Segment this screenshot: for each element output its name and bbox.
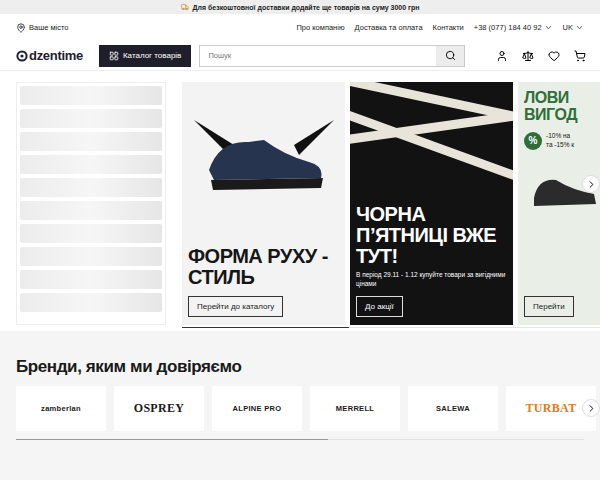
- scale-icon: [522, 50, 534, 62]
- carousel-progress: [182, 327, 600, 328]
- banner-carousel: ФОРМА РУХУ - СТИЛЬ Перейти до каталогу ЧОР…: [182, 82, 600, 331]
- page: Для безкоштовної доставки додайте ще тов…: [0, 0, 600, 480]
- chevron-down-icon: [544, 23, 553, 32]
- cart-icon: [574, 50, 586, 62]
- search-input[interactable]: [200, 46, 436, 66]
- logo[interactable]: dzentime: [16, 48, 83, 63]
- top-link[interactable]: Контакти: [433, 23, 464, 32]
- phone-link[interactable]: +38 (077) 184 40 92: [474, 23, 553, 32]
- skeleton-row: [20, 270, 162, 289]
- brand-tile[interactable]: MERRELL: [310, 386, 400, 431]
- logo-icon: [16, 50, 28, 62]
- brands-next-button[interactable]: [582, 399, 600, 417]
- search-box: [199, 45, 465, 67]
- hero: ФОРМА РУХУ - СТИЛЬ Перейти до каталогу ЧОР…: [0, 71, 600, 331]
- chevron-right-icon: [586, 179, 597, 190]
- catalog-button[interactable]: Каталог товарів: [99, 45, 191, 67]
- carousel-next-button[interactable]: [582, 175, 600, 193]
- truck-icon: [181, 3, 189, 11]
- account-button[interactable]: [496, 50, 508, 62]
- shoe-image-icon: [189, 100, 339, 210]
- chevron-right-icon: [586, 403, 597, 414]
- city-selector[interactable]: Ваше місто: [16, 23, 69, 33]
- user-icon: [496, 50, 508, 62]
- brands-row: zamberlanOSPREYALPINE PROMERRELLSALEWATU…: [16, 386, 600, 431]
- skeleton-row: [20, 155, 162, 174]
- skeleton-row: [20, 178, 162, 197]
- brands-section: Бренди, яким ми довіряємо zamberlanOSPREY…: [0, 331, 600, 480]
- banner-button[interactable]: До акції: [356, 296, 403, 317]
- map-pin-icon: [16, 23, 26, 33]
- brands-title: Бренди, яким ми довіряємо: [16, 357, 600, 377]
- banner-title: ЧОРНА П’ЯТНИЦІ ВЖЕ ТУТ!: [356, 204, 507, 267]
- top-bar: Ваше місто Про компанію Доставка та оплата…: [0, 14, 600, 41]
- banner-button[interactable]: Перейти: [524, 296, 574, 317]
- skeleton-row: [20, 247, 162, 266]
- top-link[interactable]: Доставка та оплата: [355, 23, 423, 32]
- skeleton-row: [20, 132, 162, 151]
- skeleton-row: [20, 86, 162, 105]
- brand-tile[interactable]: zamberlan: [16, 386, 106, 431]
- brand-tile[interactable]: ALPINE PRO: [212, 386, 302, 431]
- announcement-bar: Для безкоштовної доставки додайте ще тов…: [0, 0, 600, 14]
- brand-tile[interactable]: SALEWA: [408, 386, 498, 431]
- cart-button[interactable]: [574, 50, 586, 62]
- chevron-down-icon: [575, 23, 584, 32]
- discount-badge: %: [524, 132, 542, 150]
- search-button[interactable]: [436, 46, 464, 66]
- skeleton-row: [20, 201, 162, 220]
- top-link[interactable]: Про компанію: [296, 23, 344, 32]
- search-icon: [445, 50, 456, 61]
- skeleton-row: [20, 109, 162, 128]
- brands-scrollbar: [16, 439, 584, 440]
- top-links: Про компанію Доставка та оплата Контакти +3…: [296, 23, 584, 32]
- wishlist-button[interactable]: [548, 50, 560, 62]
- catalog-sidebar: [16, 82, 166, 325]
- banner-card[interactable]: ФОРМА РУХУ - СТИЛЬ Перейти до каталогу: [182, 82, 345, 325]
- header-icons: [496, 50, 586, 62]
- banner-button[interactable]: Перейти до каталогу: [188, 296, 283, 317]
- banner-card[interactable]: ЧОРНА П’ЯТНИЦІ ВЖЕ ТУТ!В період 29.11 - …: [350, 82, 513, 325]
- grid-icon: [109, 51, 119, 61]
- skeleton-row: [20, 224, 162, 243]
- heart-icon: [548, 50, 560, 62]
- header: dzentime Каталог товарів: [0, 41, 600, 71]
- brand-tile[interactable]: OSPREY: [114, 386, 204, 431]
- compare-button[interactable]: [522, 50, 534, 62]
- banner-title: ФОРМА РУХУ - СТИЛЬ: [188, 246, 339, 288]
- language-selector[interactable]: UK: [563, 23, 584, 32]
- banner-card[interactable]: ЛОВИ ВИГОД%-10% ната -15% кПерейти: [518, 82, 600, 325]
- skeleton-row: [20, 293, 162, 312]
